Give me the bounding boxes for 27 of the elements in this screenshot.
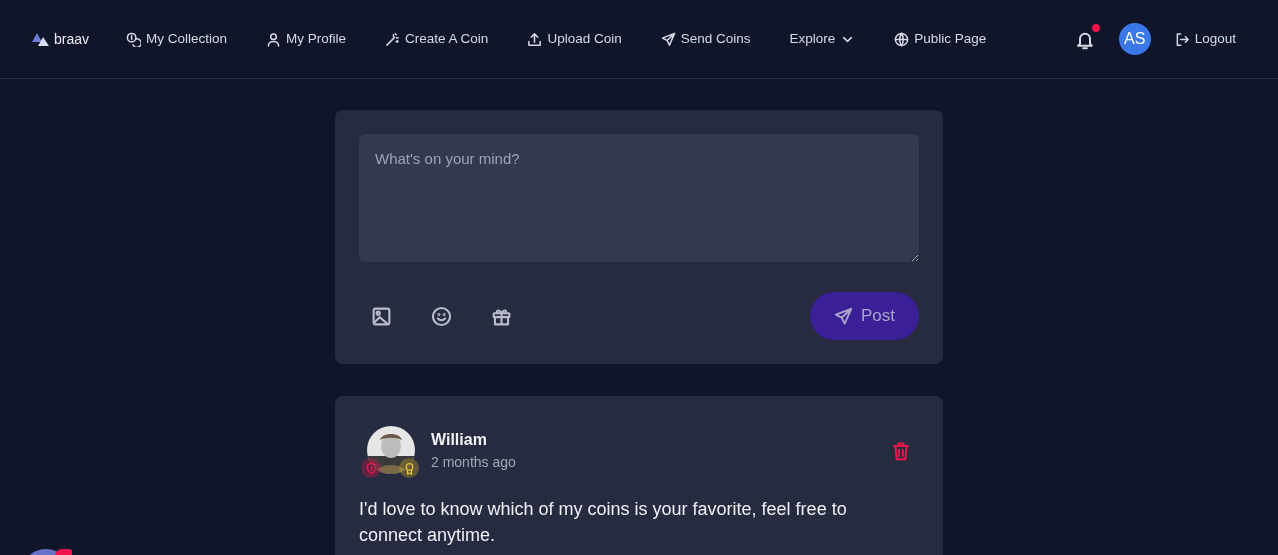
brand-logo[interactable]: braav: [32, 28, 90, 50]
coins-icon: [126, 31, 142, 47]
author-name[interactable]: William: [431, 427, 883, 452]
logout-icon: [1174, 31, 1190, 47]
nav-link[interactable]: Send Coins: [660, 28, 751, 50]
nav-link[interactable]: Upload Coin: [527, 28, 622, 50]
post-input-field[interactable]: What's on your mind?: [359, 134, 919, 262]
user-avatar[interactable]: AS: [1118, 23, 1151, 55]
globe-icon: [894, 31, 910, 47]
image-icon: [370, 305, 392, 327]
nav-dropdown[interactable]: Explore: [789, 28, 856, 50]
nav-link[interactable]: My Profile: [266, 28, 347, 50]
nav-link[interactable]: My Collection: [126, 28, 228, 50]
trash-icon: [891, 440, 911, 461]
smiley-icon: [430, 305, 452, 327]
magic-wand-icon: [385, 31, 401, 47]
upload-icon: [527, 31, 543, 47]
post-button[interactable]: Post: [809, 292, 919, 340]
post-time: 2 months ago: [431, 452, 517, 472]
nav-link[interactable]: Create A Coin: [385, 28, 489, 50]
logo-icon: [32, 32, 49, 46]
paper-plane-icon: [833, 306, 853, 326]
post-text: I'd love to know which of my coins is your favorite, feel free to connect anytime.: [359, 498, 848, 547]
paper-plane-icon: [660, 31, 676, 47]
user-icon: [266, 31, 282, 47]
nav-link[interactable]: Public Page: [894, 28, 987, 50]
logout-link[interactable]: Logout: [1174, 28, 1236, 50]
